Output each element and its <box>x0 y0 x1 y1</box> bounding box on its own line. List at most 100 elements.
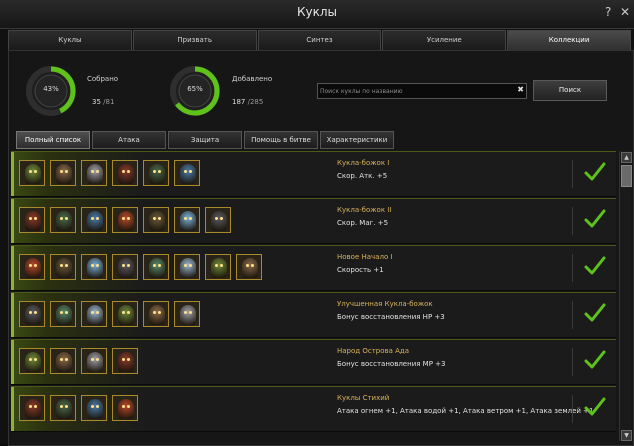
tab-4[interactable]: Коллекции <box>507 30 631 50</box>
row-divider <box>572 207 573 235</box>
armored-beast-doll-icon[interactable] <box>81 160 107 186</box>
bearded-elder-doll-icon[interactable] <box>50 301 76 327</box>
bearded-elder-doll-icon[interactable] <box>50 348 76 374</box>
clear-search-icon[interactable]: ✖ <box>517 85 524 94</box>
shadow-knight-doll-icon[interactable] <box>236 254 262 280</box>
tab-0[interactable]: Куклы <box>8 30 132 50</box>
red-brute-doll-icon[interactable] <box>19 348 45 374</box>
collection-row[interactable]: Улучшенная Кукла-божок Бонус восстановлен… <box>11 292 616 338</box>
collected-count-total: /81 <box>100 98 115 106</box>
search-input[interactable] <box>320 84 510 98</box>
collected-label: Собрано <box>87 75 119 83</box>
help-button[interactable]: ? <box>605 5 611 19</box>
filter-stats[interactable]: Характеристики <box>320 131 394 149</box>
ice-spirit-doll-icon[interactable] <box>50 207 76 233</box>
collection-row[interactable]: Новое Начало I Скорость +1 <box>11 245 616 291</box>
green-goblin-doll-icon[interactable] <box>19 160 45 186</box>
row-divider <box>572 348 573 376</box>
title-bar: Куклы ? ✕ <box>0 0 634 29</box>
scroll-thumb[interactable] <box>621 165 632 187</box>
red-demon-doll-icon[interactable] <box>174 301 200 327</box>
red-demon-doll-icon[interactable] <box>112 160 138 186</box>
checkmark-icon <box>584 397 606 416</box>
collection-effect: Скор. Атк. +5 <box>337 172 388 180</box>
collection-name: Куклы Стихий <box>337 394 390 402</box>
collection-name: Кукла-божок II <box>337 206 392 214</box>
search-button[interactable]: Поиск <box>533 80 607 101</box>
row-highlight-bar <box>11 293 14 337</box>
row-highlight-bar <box>11 199 14 243</box>
row-highlight-bar <box>11 246 14 290</box>
collected-count-value: 35 <box>92 98 101 106</box>
green-orb-doll-icon[interactable] <box>112 254 138 280</box>
collection-name: Улучшенная Кукла-божок <box>337 300 433 308</box>
fire-spirit-doll-icon[interactable] <box>19 395 45 421</box>
collection-row[interactable]: Народ Острова Ада Бонус восстановления MP… <box>11 339 616 385</box>
filter-full-list[interactable]: Полный список <box>16 131 90 149</box>
dark-warrior-doll-icon[interactable] <box>81 254 107 280</box>
added-gauge: 65% <box>168 64 222 118</box>
filter-attack[interactable]: Атака <box>92 131 166 149</box>
tab-bar: Куклы Призвать Синтез Усиление Коллекции <box>8 30 632 50</box>
window-title: Куклы <box>296 5 337 19</box>
added-count-value: 187 <box>232 98 246 106</box>
filter-battle-help[interactable]: Помощь в битве <box>244 131 318 149</box>
collected-percent: 43% <box>43 85 59 93</box>
collection-row[interactable]: Куклы Стихий Атака огнем +1, Атака водой … <box>11 386 616 432</box>
row-divider <box>572 395 573 423</box>
added-percent: 65% <box>187 85 203 93</box>
red-demon-doll-icon[interactable] <box>143 207 169 233</box>
stone-golem-doll-icon[interactable] <box>112 207 138 233</box>
dark-knight-doll-icon[interactable] <box>205 207 231 233</box>
dolls-window: Куклы ? ✕ Куклы Призвать Синтез Усиление Кол… <box>0 0 634 446</box>
armored-knight-doll-icon[interactable] <box>50 254 76 280</box>
collection-row[interactable]: Кукла-божок II Скор. Маг. +5 <box>11 198 616 244</box>
scroll-down-icon[interactable]: ▼ <box>621 430 632 441</box>
green-goblin-doll-icon[interactable] <box>19 301 45 327</box>
white-haired-mage-doll-icon[interactable] <box>81 301 107 327</box>
collection-name: Народ Острова Ада <box>337 347 410 355</box>
added-label: Добавлено <box>232 75 273 83</box>
fire-spirit-doll-icon[interactable] <box>19 207 45 233</box>
collection-effect: Бонус восстановления HP +3 <box>337 313 445 321</box>
checkmark-icon <box>584 209 606 228</box>
tab-1[interactable]: Призвать <box>132 30 257 50</box>
checkmark-icon <box>584 350 606 369</box>
added-count: 187 /285 <box>232 98 263 106</box>
row-divider <box>572 254 573 282</box>
tab-3[interactable]: Усиление <box>382 30 507 50</box>
filter-defense[interactable]: Защита <box>168 131 242 149</box>
red-demon-doll-icon[interactable] <box>112 348 138 374</box>
close-button[interactable]: ✕ <box>620 5 630 19</box>
maiden-doll-icon[interactable] <box>205 254 231 280</box>
forest-dryad-doll-icon[interactable] <box>81 207 107 233</box>
collection-name: Кукла-божок I <box>337 159 390 167</box>
stone-golem-doll-icon[interactable] <box>112 395 138 421</box>
collection-name: Новое Начало I <box>337 253 393 261</box>
collection-list: Кукла-божок I Скор. Атк. +5 Кукла-божок II… <box>11 151 616 444</box>
white-haired-mage-doll-icon[interactable] <box>174 207 200 233</box>
young-hero-doll-icon[interactable] <box>143 254 169 280</box>
collected-count: 35 /81 <box>92 98 114 106</box>
collected-gauge: 43% <box>24 64 78 118</box>
ice-spirit-doll-icon[interactable] <box>50 395 76 421</box>
collection-effect: Скорость +1 <box>337 266 384 274</box>
row-divider <box>572 301 573 329</box>
tab-2[interactable]: Синтез <box>257 30 382 50</box>
horned-warrior-doll-icon[interactable] <box>19 254 45 280</box>
horned-warrior-doll-icon[interactable] <box>174 160 200 186</box>
row-divider <box>572 160 573 188</box>
row-highlight-bar <box>11 340 14 384</box>
search-box: ✖ <box>317 83 527 99</box>
forest-dryad-doll-icon[interactable] <box>81 395 107 421</box>
scroll-up-icon[interactable]: ▲ <box>621 152 632 163</box>
ice-crystal-doll-icon[interactable] <box>143 301 169 327</box>
ice-crystal-doll-icon[interactable] <box>143 160 169 186</box>
blue-elf-doll-icon[interactable] <box>81 348 107 374</box>
added-count-total: /285 <box>245 98 264 106</box>
warrior-chief-doll-icon[interactable] <box>174 254 200 280</box>
red-beast-doll-icon[interactable] <box>112 301 138 327</box>
collection-row[interactable]: Кукла-божок I Скор. Атк. +5 <box>11 151 616 197</box>
scrollbar[interactable]: ▲ ▼ <box>619 151 632 441</box>
blue-elf-doll-icon[interactable] <box>50 160 76 186</box>
